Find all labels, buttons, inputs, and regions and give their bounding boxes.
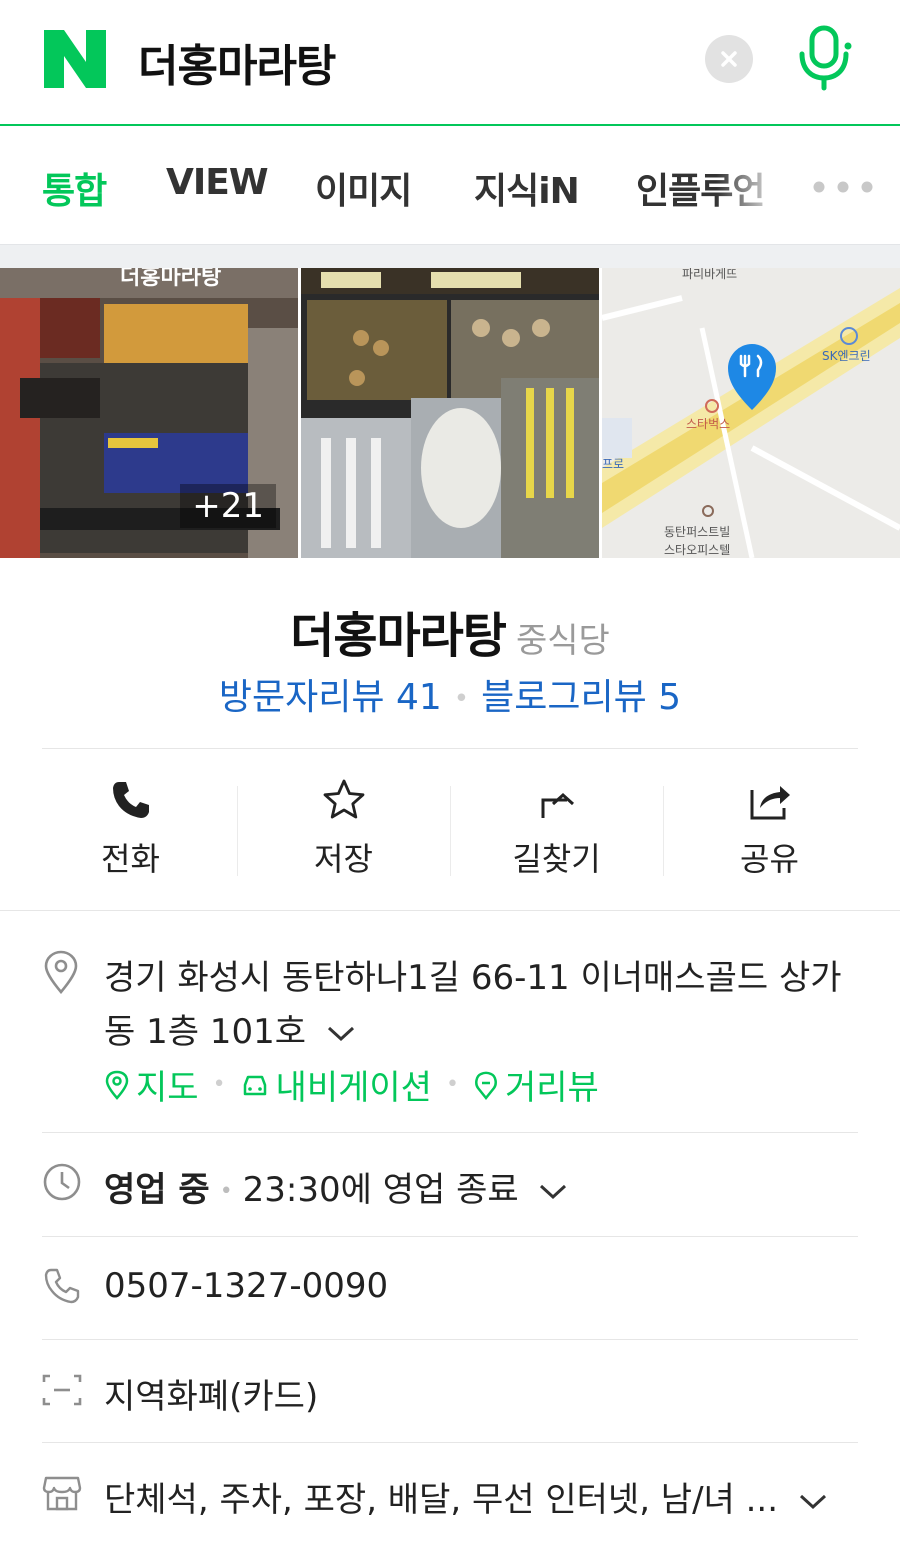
map-pin-icon: [105, 1070, 129, 1100]
map-link-label: 지도: [136, 1068, 199, 1108]
map-label-cafe: 스타벅스: [686, 417, 730, 431]
place-name: 더홍마라탕: [290, 608, 507, 664]
search-header: 더홍마라탕: [0, 0, 900, 126]
separator-dot: •: [219, 1179, 233, 1204]
street-view-link[interactable]: 거리뷰: [473, 1060, 599, 1109]
divider: [42, 1132, 858, 1133]
map-label-left: 프로: [602, 457, 624, 471]
location-pin-icon: [44, 950, 78, 994]
map-label-top: 파리바게뜨: [682, 268, 737, 281]
share-icon: [750, 786, 790, 820]
hours-detail: 23:30에 영업 종료: [242, 1170, 519, 1210]
map-label-bottom1: 동탄퍼스트빌: [664, 525, 730, 539]
naver-logo[interactable]: [44, 30, 106, 88]
separator-dot: •: [445, 1072, 459, 1097]
call-button[interactable]: 전화: [24, 778, 237, 882]
share-button[interactable]: 공유: [663, 778, 876, 882]
tab-fade: [716, 128, 806, 244]
place-category: 중식당: [515, 621, 610, 661]
close-icon: [721, 51, 737, 67]
tab-integrated[interactable]: 통합: [42, 162, 107, 214]
chevron-down-icon: [799, 1494, 826, 1509]
map-link[interactable]: 지도: [104, 1060, 199, 1109]
tab-knowledge-in[interactable]: 지식iN: [474, 162, 580, 214]
photo-count-badge: +21: [180, 484, 276, 528]
save-label: 저장: [314, 840, 373, 878]
divider: [42, 1339, 858, 1340]
tab-images[interactable]: 이미지: [315, 162, 412, 214]
store-icon: [42, 1476, 82, 1511]
separator-dot: •: [453, 684, 470, 714]
visitor-reviews-link[interactable]: 방문자리뷰 41: [219, 677, 442, 718]
payment-icon: [42, 1374, 82, 1406]
photo-ingredients[interactable]: [301, 268, 599, 558]
more-icon[interactable]: [810, 172, 876, 202]
street-view-icon: [475, 1071, 497, 1100]
search-tabs: 통합 VIEW 이미지 지식iN 인플루언: [0, 128, 900, 244]
divider: [42, 748, 858, 749]
divider: [42, 1236, 858, 1237]
address-line-2-row[interactable]: 동 1층 101호: [104, 1004, 355, 1053]
divider: [0, 910, 900, 911]
phone-outline-icon: [44, 1268, 80, 1304]
directions-button[interactable]: 길찾기: [450, 778, 663, 882]
chevron-down-icon: [327, 1026, 354, 1041]
street-view-link-label: 거리뷰: [504, 1068, 599, 1108]
phone-number[interactable]: 0507-1327-0090: [104, 1266, 388, 1306]
address-links: 지도 • 내비게이션 • 거리뷰: [104, 1060, 599, 1109]
phone-icon: [112, 782, 149, 818]
ingredients-image: [301, 268, 599, 558]
amenities-list: 단체석, 주차, 포장, 배달, 무선 인터넷, 남/녀 ...: [104, 1480, 779, 1520]
photo-storefront[interactable]: 더홍마라탕 +21: [0, 268, 298, 558]
chevron-down-icon: [540, 1184, 567, 1199]
storefront-sign: 더홍마라탕: [120, 268, 221, 290]
address-line-1: 경기 화성시 동탄하나1길 66-11 이너매스골드 상가: [104, 958, 842, 998]
call-label: 전화: [101, 840, 160, 878]
clear-search-button[interactable]: [705, 35, 753, 83]
directions-label: 길찾기: [512, 840, 601, 878]
search-query[interactable]: 더홍마라탕: [138, 30, 336, 94]
payment-methods: 지역화폐(카드): [104, 1377, 319, 1417]
separator-dot: •: [212, 1072, 226, 1097]
hours-status: 영업 중: [104, 1170, 210, 1210]
map-image: 파리바게뜨 SK엔크린 스타벅스 프로 동탄퍼스트빌 스타오피스텔: [602, 268, 900, 558]
star-icon: [323, 779, 364, 819]
amenities-row[interactable]: 단체석, 주차, 포장, 배달, 무선 인터넷, 남/녀 ...: [104, 1472, 827, 1521]
navigation-link-label: 내비게이션: [275, 1068, 432, 1108]
map-label-right: SK엔크린: [822, 349, 871, 363]
share-label: 공유: [740, 840, 799, 878]
business-hours-row[interactable]: 영업 중 • 23:30에 영업 종료: [104, 1162, 567, 1211]
place-title: 더홍마라탕 중식당: [0, 596, 900, 666]
microphone-icon[interactable]: [794, 24, 854, 92]
blog-reviews-link[interactable]: 블로그리뷰 5: [481, 677, 681, 718]
section-gap: [0, 244, 900, 268]
clock-icon: [43, 1163, 81, 1201]
car-icon: [243, 1075, 266, 1095]
photo-map[interactable]: 파리바게뜨 SK엔크린 스타벅스 프로 동탄퍼스트빌 스타오피스텔: [602, 268, 900, 558]
divider: [42, 1442, 858, 1443]
address-line-2: 동 1층 101호: [104, 1012, 306, 1052]
review-links: 방문자리뷰 41 • 블로그리뷰 5: [0, 668, 900, 720]
tab-view[interactable]: VIEW: [166, 162, 269, 203]
photo-strip: 더홍마라탕 +21 파리바게뜨 SK엔크린 스타벅스 프로 동탄퍼스트빌 스타오…: [0, 268, 900, 558]
map-label-bottom2: 스타오피스텔: [664, 543, 730, 557]
save-button[interactable]: 저장: [237, 778, 450, 882]
directions-icon: [541, 792, 574, 818]
navigation-link[interactable]: 내비게이션: [240, 1060, 432, 1109]
